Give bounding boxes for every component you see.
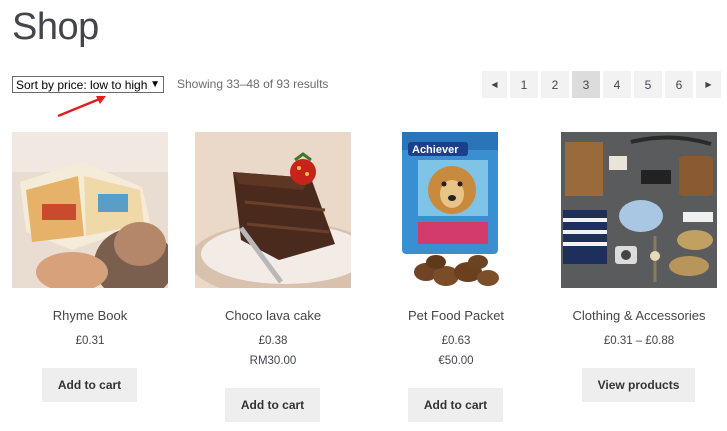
product-image-choco-lava-cake[interactable]: [195, 132, 351, 288]
add-to-cart-button[interactable]: Add to cart: [42, 368, 137, 402]
product-name[interactable]: Clothing & Accessories: [541, 308, 727, 323]
product-image-pet-food-packet[interactable]: Achiever: [378, 132, 534, 288]
product-card: Choco lava cake £0.38 RM30.00 Add to car…: [195, 132, 351, 422]
sort-select[interactable]: Sort by price: low to high ▼: [12, 76, 164, 93]
product-image-rhyme-book[interactable]: [12, 132, 168, 288]
product-price: £0.63: [441, 335, 471, 347]
page-4[interactable]: 4: [603, 71, 631, 98]
product-name[interactable]: Rhyme Book: [0, 308, 188, 323]
add-to-cart-button[interactable]: Add to cart: [408, 388, 503, 422]
prev-page-icon[interactable]: ◀: [482, 71, 507, 98]
page-2[interactable]: 2: [541, 71, 569, 98]
sort-select-value: Sort by price: low to high: [16, 78, 148, 92]
product-card: Clothing & Accessories £0.31 – £0.88 Vie…: [561, 132, 717, 402]
product-card: Achiever Pet Food Packet £0.63 €50.00 Ad…: [378, 132, 534, 422]
product-price-alt: RM30.00: [249, 355, 297, 367]
pagination: ◀ 1 2 3 4 5 6 ▶: [482, 71, 721, 98]
product-price: £0.31 – £0.88: [603, 335, 675, 347]
page-1[interactable]: 1: [510, 71, 538, 98]
add-to-cart-button[interactable]: Add to cart: [225, 388, 320, 422]
page-6[interactable]: 6: [665, 71, 693, 98]
product-price: £0.31: [75, 335, 105, 347]
product-price: £0.38: [258, 335, 288, 347]
product-name[interactable]: Choco lava cake: [175, 308, 371, 323]
product-card: Rhyme Book £0.31 Add to cart: [12, 132, 168, 402]
product-image-clothing-accessories[interactable]: [561, 132, 717, 288]
result-count: Showing 33–48 of 93 results: [177, 77, 329, 91]
page-title: Shop: [12, 6, 99, 48]
page-5[interactable]: 5: [634, 71, 662, 98]
product-name[interactable]: Pet Food Packet: [358, 308, 554, 323]
product-price-alt: €50.00: [438, 355, 474, 367]
dropdown-arrow-icon: ▼: [150, 79, 160, 90]
next-page-icon[interactable]: ▶: [696, 71, 721, 98]
red-annotation-arrow: [57, 96, 106, 118]
package-brand-text: Achiever: [412, 144, 459, 156]
page-3-current: 3: [572, 71, 600, 98]
view-products-button[interactable]: View products: [582, 368, 695, 402]
